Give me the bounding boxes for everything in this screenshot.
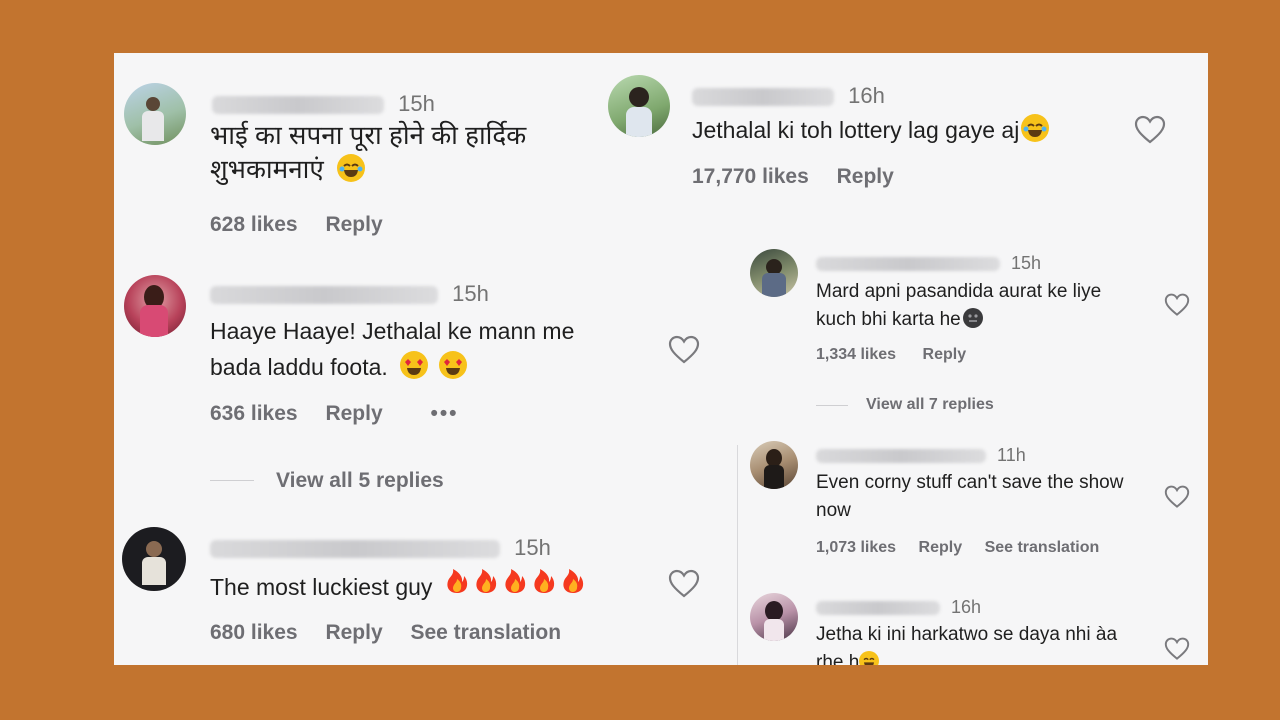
comments-screenshot-card: 15h भाई का सपना पूरा होने की हार्दिक शुभ…	[114, 53, 1208, 665]
comment-text: Haaye Haaye! Jethalal ke mann me bada la…	[210, 313, 670, 385]
heart-eyes-emoji-icon	[400, 351, 429, 379]
comment-text-line: Even corny stuff can't save the show	[816, 472, 1124, 493]
reply-button[interactable]: Reply	[919, 539, 963, 556]
heart-eyes-emoji-icon	[438, 351, 467, 379]
comment-time: 15h	[514, 535, 551, 560]
comment-text-line: Haaye Haaye! Jethalal ke mann me	[210, 318, 575, 344]
blurred-username[interactable]	[210, 286, 438, 305]
comment-text-line: rhe h	[816, 652, 860, 665]
avatar[interactable]	[608, 75, 670, 137]
comment-text-line: Mard apni pasandida aurat ke liye	[816, 281, 1102, 302]
heart-outline-icon[interactable]	[668, 569, 700, 604]
likes-count[interactable]: 1,073 likes	[816, 539, 896, 556]
see-translation-button[interactable]: See translation	[985, 539, 1100, 556]
username-row: 15h	[816, 253, 1041, 274]
heart-outline-icon[interactable]	[1164, 637, 1190, 665]
username-row: 16h	[692, 83, 885, 109]
comment-text-line: now	[816, 500, 851, 521]
comment-text-line: Jethalal ki toh lottery lag gaye aj	[692, 117, 1020, 143]
username-row: 16h	[816, 597, 981, 618]
heart-outline-icon[interactable]	[1164, 485, 1190, 514]
likes-count[interactable]: 680 likes	[210, 621, 298, 644]
likes-count[interactable]: 636 likes	[210, 402, 298, 425]
blurred-username[interactable]	[816, 601, 940, 616]
comment-time: 15h	[1011, 253, 1042, 273]
heart-outline-icon[interactable]	[668, 335, 700, 370]
comment-text: भाई का सपना पूरा होने की हार्दिक शुभकामन…	[210, 119, 630, 187]
blurred-username[interactable]	[212, 96, 384, 115]
comment-text-line: kuch bhi karta he	[816, 309, 961, 330]
view-replies-button[interactable]: View all 7 replies	[866, 396, 994, 414]
avatar[interactable]	[750, 593, 798, 641]
laughing-emoji-icon	[859, 651, 880, 665]
replies-divider	[816, 405, 848, 406]
avatar[interactable]	[124, 275, 186, 337]
dark-face-emoji-icon	[962, 308, 983, 328]
username-row: 15h	[210, 535, 551, 561]
username-row: 15h	[210, 281, 489, 307]
comment-time: 15h	[398, 91, 435, 116]
comment-text-line: bada laddu foota.	[210, 354, 388, 380]
comment-time: 11h	[997, 445, 1026, 465]
comment-text-line: The most luckiest guy	[210, 574, 433, 600]
comment-time: 16h	[848, 83, 885, 108]
comment-text-line: Jetha ki ini harkatwo se daya nhi àa	[816, 624, 1118, 645]
comment-meta: 680 likes Reply See translation	[210, 621, 583, 645]
likes-count[interactable]: 1,334 likes	[816, 346, 896, 363]
comment-meta: 628 likes Reply	[210, 213, 405, 237]
comment-meta: 17,770 likes Reply	[692, 165, 916, 189]
username-row: 15h	[212, 91, 435, 117]
comment-text: Jethalal ki toh lottery lag gaye aj	[692, 114, 1050, 146]
avatar[interactable]	[122, 527, 186, 591]
heart-outline-icon[interactable]	[1164, 293, 1190, 322]
comment-text: The most luckiest guy	[210, 567, 588, 603]
comment-meta: 1,073 likes Reply See translation	[816, 539, 1121, 557]
reply-button[interactable]: Reply	[923, 346, 967, 363]
fire-emoji-icon	[443, 569, 588, 600]
heart-outline-icon[interactable]	[1134, 115, 1166, 150]
username-row: 11h	[816, 445, 1026, 466]
reply-button[interactable]: Reply	[325, 402, 382, 425]
comment-text-line: भाई का सपना पूरा होने की हार्दिक	[210, 120, 527, 150]
reply-button[interactable]: Reply	[325, 213, 382, 236]
see-translation-button[interactable]: See translation	[410, 621, 561, 644]
laughing-emoji-icon	[337, 153, 365, 182]
view-replies-button[interactable]: View all 5 replies	[276, 469, 444, 493]
laughing-emoji-icon	[1021, 114, 1050, 142]
replies-divider	[210, 480, 254, 481]
likes-count[interactable]: 628 likes	[210, 213, 298, 236]
avatar[interactable]	[750, 441, 798, 489]
comment-time: 15h	[452, 281, 489, 306]
comment-text: Jetha ki ini harkatwo se daya nhi àa rhe…	[816, 621, 1196, 665]
reply-button[interactable]: Reply	[325, 621, 382, 644]
more-options-icon[interactable]: •••	[430, 402, 458, 425]
comment-text: Even corny stuff can't save the show now	[816, 469, 1196, 525]
blurred-username[interactable]	[210, 540, 500, 559]
comment-meta: 1,334 likes Reply	[816, 346, 988, 364]
comment-time: 16h	[951, 597, 982, 617]
avatar[interactable]	[750, 249, 798, 297]
comment-text-line: शुभकामनाएं	[210, 153, 324, 184]
blurred-username[interactable]	[816, 449, 986, 464]
section-divider	[737, 445, 738, 665]
avatar[interactable]	[124, 83, 186, 145]
likes-count[interactable]: 17,770 likes	[692, 165, 809, 188]
reply-button[interactable]: Reply	[837, 165, 894, 188]
blurred-username[interactable]	[692, 88, 834, 107]
comment-text: Mard apni pasandida aurat ke liye kuch b…	[816, 278, 1196, 334]
blurred-username[interactable]	[816, 257, 1000, 272]
comment-meta: 636 likes Reply •••	[210, 402, 481, 426]
